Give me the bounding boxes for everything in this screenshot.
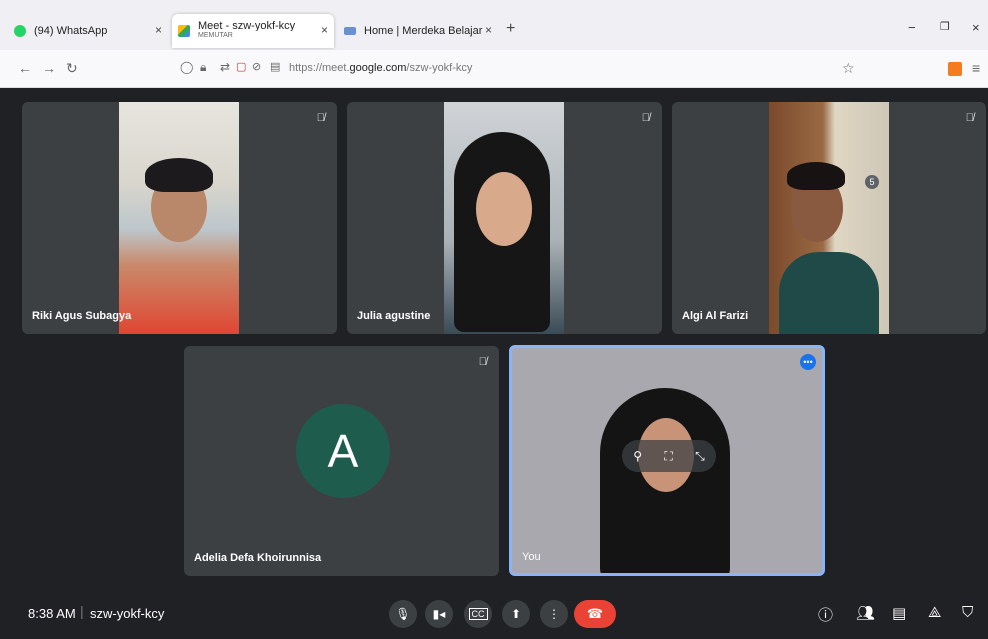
- browser-tab-bar: (94) WhatsApp × Meet - szw-yokf-kcy MEMU…: [0, 0, 988, 50]
- clock: 8:38 AM: [28, 606, 76, 621]
- close-tab-icon[interactable]: ×: [485, 23, 492, 37]
- mic-off-icon: 🎙̸: [641, 112, 650, 124]
- minimize-button[interactable]: −: [908, 20, 916, 35]
- pin-icon[interactable]: ⚲: [633, 449, 642, 463]
- url-prefix: https://meet.: [289, 62, 350, 74]
- bookmark-star-icon[interactable]: ☆: [842, 60, 855, 77]
- participant-tile[interactable]: Riki Agus Subagya 🎙̸: [22, 102, 337, 334]
- meet-icon: [178, 25, 190, 37]
- tab-playing-label: MEMUTAR: [198, 32, 233, 39]
- url-path: /szw-yokf-kcy: [406, 62, 473, 74]
- tab-title: Home | Merdeka Belajar - Kamp: [364, 25, 484, 37]
- mic-icon: 🎙︎: [395, 607, 411, 621]
- tab-merdeka-belajar[interactable]: Home | Merdeka Belajar - Kamp ×: [338, 14, 498, 48]
- reader-view-icon[interactable]: ▤: [270, 60, 280, 73]
- separator: |: [80, 603, 84, 619]
- participant-tile[interactable]: Algi Al Farizi 🎙̸: [672, 102, 986, 334]
- minimize-tile-icon[interactable]: ⤡: [695, 449, 705, 464]
- navigation-bar: ← → ↻ ◯ 🔒︎ ⇄ ▢ ⊘ ▤ https://meet.google.c…: [0, 50, 988, 88]
- mic-off-icon: 🎙̸: [478, 356, 487, 368]
- participant-video: [769, 102, 889, 334]
- participant-tile[interactable]: Julia agustine 🎙̸: [347, 102, 662, 334]
- back-icon[interactable]: ←: [18, 60, 32, 76]
- end-call-icon: ☎︎: [586, 606, 604, 621]
- tab-meet[interactable]: Meet - szw-yokf-kcy MEMUTAR ×: [172, 14, 334, 48]
- lock-icon[interactable]: 🔒︎: [200, 60, 206, 75]
- activities-icon[interactable]: ⟁: [928, 604, 941, 621]
- permissions-icon[interactable]: ⇄: [220, 60, 230, 74]
- participant-tile[interactable]: A Adelia Defa Khoirunnisa 🎙̸: [184, 346, 499, 576]
- kampus-merdeka-icon: [344, 27, 356, 35]
- camera-button[interactable]: ▮◂: [425, 600, 453, 628]
- close-tab-icon[interactable]: ×: [321, 23, 328, 37]
- participant-shirt: [779, 252, 879, 334]
- more-options-icon[interactable]: •••: [800, 354, 816, 370]
- tile-hover-controls: ⚲ ⛶ ⤡: [622, 440, 716, 472]
- info-icon[interactable]: ⓘ: [818, 604, 833, 625]
- participant-video: [119, 102, 239, 334]
- meet-area: Riki Agus Subagya 🎙̸ Julia agustine 🎙̸ A…: [0, 88, 988, 639]
- address-bar[interactable]: https://meet.google.com/szw-yokf-kcy: [289, 62, 472, 74]
- mic-sharing-icon[interactable]: ⊘: [252, 60, 261, 73]
- people-count-badge: 5: [865, 175, 879, 189]
- tab-whatsapp[interactable]: (94) WhatsApp ×: [8, 14, 168, 48]
- camera-sharing-icon[interactable]: ▢: [236, 60, 246, 73]
- extension-icon[interactable]: [948, 62, 962, 76]
- participant-name: Riki Agus Subagya: [32, 310, 132, 322]
- mic-button[interactable]: 🎙︎: [389, 600, 417, 628]
- close-tab-icon[interactable]: ×: [155, 23, 162, 37]
- frame-icon[interactable]: ⛶: [664, 449, 672, 464]
- meeting-code: szw-yokf-kcy: [90, 606, 165, 621]
- participant-name: Adelia Defa Khoirunnisa: [194, 552, 322, 564]
- participant-face: [476, 172, 532, 246]
- host-controls-icon[interactable]: ⛉: [962, 604, 973, 621]
- participant-video: [444, 102, 564, 334]
- present-icon: ⬆︎: [510, 607, 522, 621]
- tab-title: Meet - szw-yokf-kcy: [198, 21, 296, 31]
- forward-icon[interactable]: →: [42, 60, 56, 76]
- reload-icon[interactable]: ↻: [66, 60, 78, 77]
- whatsapp-icon: [14, 25, 26, 37]
- participant-name: You: [522, 551, 541, 563]
- new-tab-button[interactable]: +: [506, 20, 515, 38]
- captions-icon: CC: [468, 608, 488, 620]
- present-button[interactable]: ⬆︎: [502, 600, 530, 628]
- camera-icon: ▮◂: [432, 607, 446, 621]
- more-vert-icon: ⋮: [548, 607, 560, 621]
- window-close-button[interactable]: ×: [972, 20, 980, 35]
- participant-hair: [145, 158, 213, 192]
- mic-off-icon: 🎙̸: [965, 112, 974, 124]
- chat-icon[interactable]: ▤: [892, 604, 906, 622]
- more-options-button[interactable]: ⋮: [540, 600, 568, 628]
- avatar: A: [296, 404, 390, 498]
- meeting-controls-bar: 8:38 AM | szw-yokf-kcy 🎙︎ ▮◂ CC ⬆︎ ⋮ ☎︎ …: [0, 590, 988, 639]
- mic-off-icon: 🎙̸: [316, 112, 325, 124]
- shield-icon[interactable]: ◯: [180, 60, 193, 74]
- people-icon[interactable]: 👥︎: [856, 604, 875, 622]
- participant-name: Algi Al Farizi: [682, 310, 749, 322]
- participant-name: Julia agustine: [357, 310, 431, 322]
- restore-button[interactable]: ❐: [940, 20, 950, 33]
- url-domain: google.com: [349, 62, 407, 74]
- tab-title: (94) WhatsApp: [34, 25, 108, 37]
- end-call-button[interactable]: ☎︎: [574, 600, 616, 628]
- self-view-tile[interactable]: ⚲ ⛶ ⤡ ••• You: [509, 345, 825, 576]
- menu-icon[interactable]: ≡: [972, 60, 980, 76]
- participant-hair: [787, 162, 845, 190]
- captions-button[interactable]: CC: [464, 600, 492, 628]
